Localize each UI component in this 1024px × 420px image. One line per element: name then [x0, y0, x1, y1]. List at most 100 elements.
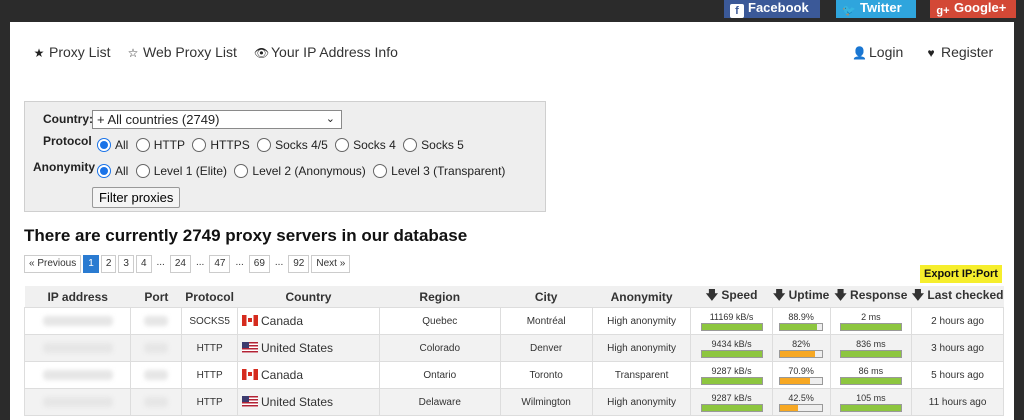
flag-icon [241, 315, 258, 326]
cell-speed: 9287 kB/s [690, 361, 773, 389]
user-icon: 👤 [852, 46, 867, 60]
cell-port [130, 361, 183, 389]
anonymity-option-all[interactable]: All [97, 164, 128, 178]
protocol-option-http[interactable]: HTTP [135, 138, 185, 152]
cell-protocol: HTTP [181, 388, 238, 416]
pager-page-3[interactable]: 3 [118, 255, 134, 273]
cell-anonymity: High anonymity [591, 334, 692, 362]
col-last-checked[interactable]: 🡇 Last checked [911, 286, 1004, 308]
star-outline-icon: ☆ [127, 46, 139, 60]
pager-ellipsis: ... [192, 255, 208, 273]
anonymity-label: Anonymity [33, 160, 96, 174]
pager-previous[interactable]: « Previous [24, 255, 82, 273]
response-bar: 2 ms [839, 312, 902, 331]
pager-next[interactable]: Next » [311, 255, 351, 273]
nav-web-proxy-list[interactable]: ☆ Web Proxy List [126, 44, 237, 60]
sort-arrow-icon: 🡇 [772, 288, 786, 302]
page: ★ Proxy List ☆ Web Proxy List 👁 Your IP Add… [10, 22, 1014, 420]
cell-last-checked: 11 hours ago [911, 388, 1004, 416]
pager-page-69[interactable]: 69 [248, 255, 270, 273]
uptime-bar: 88.9% [779, 312, 824, 331]
pager-page-47[interactable]: 47 [209, 255, 231, 273]
top-bar: f Facebook 🐦 Twitter g+ Google+ [0, 0, 1024, 20]
cell-ip-address[interactable] [23, 361, 132, 389]
col-ip-address: IP address [24, 286, 131, 308]
anonymity-option-anonymous[interactable]: Level 2 (Anonymous) [234, 164, 366, 178]
protocol-option-https[interactable]: HTTPS [192, 138, 250, 152]
flag-icon [241, 396, 258, 407]
googleplus-icon: g+ [936, 5, 950, 17]
table-row: SOCKS5 Canada Quebec Montréal High anonymity… [23, 307, 1004, 335]
cell-city: Wilmington [499, 388, 593, 416]
twitter-button[interactable]: 🐦 Twitter [836, 0, 916, 18]
facebook-icon: f [730, 4, 744, 18]
cell-country: Canada [236, 307, 380, 335]
cell-ip-address[interactable] [23, 307, 132, 335]
cell-city: Denver [499, 334, 593, 362]
pager-ellipsis: ... [153, 255, 168, 273]
protocol-option-socks4[interactable]: Socks 4 [335, 138, 396, 152]
nav-proxy-list[interactable]: ★ Proxy List [32, 44, 111, 60]
cell-uptime: 82% [771, 334, 831, 362]
pagination: « Previous 1 2 3 4... 24... 47... 69... 92 Next » [24, 255, 352, 273]
col-speed[interactable]: 🡇 Speed [690, 286, 773, 308]
nav-ip-info[interactable]: 👁 Your IP Address Info [254, 44, 398, 60]
uptime-bar: 70.9% [779, 366, 824, 385]
filter-proxies-button[interactable]: Filter proxies [92, 187, 181, 208]
cell-region: Ontario [378, 361, 501, 389]
cell-uptime: 70.9% [771, 361, 831, 389]
cell-anonymity: High anonymity [591, 307, 692, 335]
pager-page-92[interactable]: 92 [288, 255, 310, 273]
table-header-row: IP address Port Protocol Country Region … [24, 286, 1004, 308]
country-label: Country: [43, 112, 93, 126]
col-port: Port [130, 286, 182, 308]
anonymity-option-transparent[interactable]: Level 3 (Transparent) [373, 164, 505, 178]
filter-panel: Country: + All countries (2749) ⌄ Protoco… [24, 101, 546, 212]
cell-country: Canada [236, 361, 380, 389]
googleplus-button[interactable]: g+ Google+ [930, 0, 1016, 18]
pager-page-1[interactable]: 1 [83, 255, 99, 273]
col-city: City [500, 286, 593, 308]
export-ip-port-button[interactable]: Export IP:Port [920, 265, 1002, 283]
col-uptime[interactable]: 🡇 Uptime [772, 286, 831, 308]
anonymity-option-elite[interactable]: Level 1 (Elite) [135, 164, 227, 178]
speed-bar: 11169 kB/s [700, 312, 763, 331]
cell-port [130, 334, 183, 362]
uptime-bar: 82% [779, 339, 824, 358]
cell-ip-address[interactable] [23, 388, 132, 416]
pager-page-4[interactable]: 4 [135, 255, 152, 273]
col-response[interactable]: 🡇 Response [830, 286, 912, 308]
chevron-down-icon: ⌄ [325, 113, 335, 125]
cell-anonymity: High anonymity [591, 388, 692, 416]
flag-icon [241, 342, 258, 353]
cell-speed: 9287 kB/s [690, 388, 773, 416]
col-region: Region [379, 286, 501, 308]
sort-arrow-icon: 🡇 [834, 288, 847, 302]
pager-page-2[interactable]: 2 [100, 255, 117, 273]
pager-page-24[interactable]: 24 [169, 255, 191, 273]
cell-region: Colorado [378, 334, 501, 362]
protocol-option-all[interactable]: All [97, 138, 128, 152]
uptime-bar: 42.5% [779, 393, 824, 412]
cell-ip-address[interactable] [23, 334, 132, 362]
facebook-button[interactable]: f Facebook [724, 0, 820, 18]
cell-port [130, 388, 183, 416]
cell-region: Delaware [378, 388, 501, 416]
cell-response: 836 ms [829, 334, 913, 362]
nav-login[interactable]: 👤 Login [852, 44, 903, 60]
protocol-option-socks5[interactable]: Socks 5 [403, 138, 464, 152]
cell-speed: 11169 kB/s [690, 307, 773, 335]
cell-country: United States [236, 388, 380, 416]
pager-ellipsis: ... [271, 255, 287, 273]
nav-register[interactable]: ♥ Register [924, 44, 993, 60]
heart-icon: ♥ [927, 46, 935, 60]
cell-uptime: 42.5% [771, 388, 831, 416]
response-bar: 836 ms [839, 339, 902, 358]
cell-city: Montréal [499, 307, 593, 335]
response-bar: 86 ms [839, 366, 902, 385]
protocol-option-socks45[interactable]: Socks 4/5 [257, 138, 328, 152]
page-heading: There are currently 2749 proxy servers i… [24, 226, 468, 245]
country-select[interactable]: + All countries (2749) ⌄ [92, 110, 342, 129]
cell-protocol: SOCKS5 [181, 307, 238, 335]
anonymity-radio-group: All Level 1 (Elite) Level 2 (Anonymous) … [97, 164, 509, 178]
